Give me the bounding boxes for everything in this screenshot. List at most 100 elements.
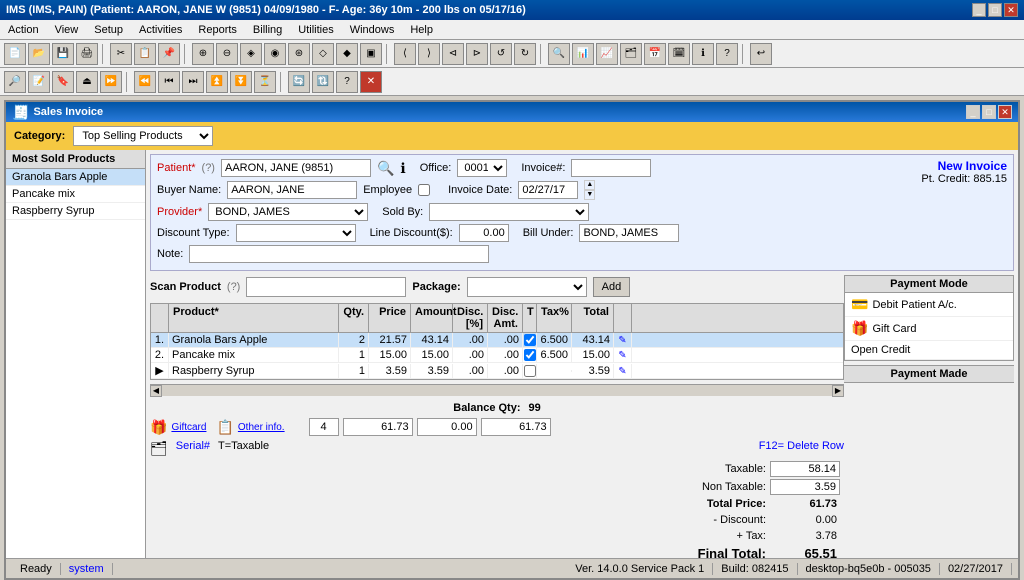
total-qty-input[interactable] (309, 418, 339, 436)
cell-t-2[interactable] (523, 364, 537, 378)
buyer-name-input[interactable] (227, 181, 357, 199)
open-credit-item[interactable]: Open Credit (845, 341, 1013, 360)
tb-c2[interactable]: ⟩ (418, 43, 440, 65)
tb2-b1[interactable]: ⏪ (134, 71, 156, 93)
new-invoice-label[interactable]: New Invoice (915, 159, 1007, 173)
window-close[interactable]: ✕ (998, 105, 1012, 119)
tb2-a4[interactable]: ⏏ (76, 71, 98, 93)
tb2-c3[interactable]: ? (336, 71, 358, 93)
cell-price-2[interactable]: 3.59 (369, 364, 411, 378)
tb2-b5[interactable]: ⏬ (230, 71, 252, 93)
tb-d5[interactable]: 📅 (644, 43, 666, 65)
tb-d6[interactable]: 🗓 (668, 43, 690, 65)
tb-b6[interactable]: ◇ (312, 43, 334, 65)
window-maximize[interactable]: □ (982, 105, 996, 119)
category-select[interactable]: Top Selling Products (73, 126, 213, 146)
tb-c1[interactable]: ⟨ (394, 43, 416, 65)
taxable-checkbox-2[interactable] (524, 365, 536, 377)
add-button[interactable]: Add (593, 277, 631, 297)
tb-d4[interactable]: 🗂 (620, 43, 642, 65)
tb2-a1[interactable]: 🔎 (4, 71, 26, 93)
left-item-0[interactable]: Granola Bars Apple (6, 169, 145, 186)
gift-card-item[interactable]: 🎁 Gift Card (845, 317, 1013, 341)
menu-billing[interactable]: Billing (249, 23, 286, 37)
edit-icon-1[interactable]: ✎ (618, 350, 626, 361)
date-spinner[interactable]: ▲ ▼ (584, 180, 595, 200)
taxable-checkbox-1[interactable] (524, 349, 536, 361)
other-info-link[interactable]: Other info. (238, 422, 285, 433)
tb-b3[interactable]: ◈ (240, 43, 262, 65)
discount-type-select[interactable] (236, 224, 356, 242)
menu-setup[interactable]: Setup (90, 23, 127, 37)
serial-label[interactable]: Serial# (176, 440, 210, 457)
invoice-input[interactable] (571, 159, 651, 177)
cell-disc-pct-2[interactable]: .00 (453, 364, 488, 378)
tb2-b2[interactable]: ⏮ (158, 71, 180, 93)
tb-open[interactable]: 📂 (28, 43, 50, 65)
provider-select[interactable]: BOND, JAMES (208, 203, 368, 221)
tb-b7[interactable]: ◆ (336, 43, 358, 65)
tb-new[interactable]: 📄 (4, 43, 26, 65)
tb-c3[interactable]: ⊲ (442, 43, 464, 65)
cell-disc-amt-2[interactable]: .00 (488, 364, 523, 378)
menu-view[interactable]: View (51, 23, 83, 37)
cell-disc-amt-0[interactable]: .00 (488, 333, 523, 347)
scan-input[interactable] (246, 277, 406, 297)
tb-b5[interactable]: ⊛ (288, 43, 310, 65)
patient-search-icon[interactable]: 🔍 (377, 160, 394, 177)
tb2-c1[interactable]: 🔄 (288, 71, 310, 93)
cell-edit-2[interactable]: ✎ (614, 364, 632, 378)
cell-edit-0[interactable]: ✎ (614, 333, 632, 347)
tb-paste[interactable]: 📌 (158, 43, 180, 65)
minimize-button[interactable]: _ (972, 3, 986, 17)
office-select[interactable]: 0001 (457, 159, 507, 177)
patient-info-icon[interactable]: ℹ (400, 160, 405, 177)
tb-c4[interactable]: ⊳ (466, 43, 488, 65)
date-down[interactable]: ▼ (584, 190, 595, 200)
debit-patient-item[interactable]: 💳 Debit Patient A/c. (845, 293, 1013, 317)
tb2-b3[interactable]: ⏭ (182, 71, 204, 93)
tb2-c2[interactable]: 🔃 (312, 71, 334, 93)
tb-b4[interactable]: ◉ (264, 43, 286, 65)
taxable-checkbox-0[interactable] (524, 334, 536, 346)
tb2-a3[interactable]: 🔖 (52, 71, 74, 93)
close-app-button[interactable]: ✕ (1004, 3, 1018, 17)
patient-input[interactable] (221, 159, 371, 177)
tb2-b6[interactable]: ⏳ (254, 71, 276, 93)
cell-qty-1[interactable]: 1 (339, 348, 369, 362)
invoice-date-input[interactable] (518, 181, 578, 199)
tb-b2[interactable]: ⊖ (216, 43, 238, 65)
tb-copy[interactable]: 📋 (134, 43, 156, 65)
tb-cut[interactable]: ✂ (110, 43, 132, 65)
menu-utilities[interactable]: Utilities (294, 23, 337, 37)
edit-icon-0[interactable]: ✎ (618, 335, 626, 346)
tb-d1[interactable]: 🔍 (548, 43, 570, 65)
cell-price-0[interactable]: 21.57 (369, 333, 411, 347)
tb-b8[interactable]: ▣ (360, 43, 382, 65)
scroll-left[interactable]: ◀ (150, 385, 162, 397)
tb-e1[interactable]: ↩ (750, 43, 772, 65)
tb-d3[interactable]: 📈 (596, 43, 618, 65)
tb-c5[interactable]: ↺ (490, 43, 512, 65)
cell-t-0[interactable] (523, 333, 537, 347)
cell-product-1[interactable]: Pancake mix (169, 348, 339, 362)
tb2-a5[interactable]: ⏩ (100, 71, 122, 93)
scroll-track[interactable] (162, 386, 832, 396)
tb2-c4[interactable]: ✕ (360, 71, 382, 93)
tb-b1[interactable]: ⊕ (192, 43, 214, 65)
cell-qty-2[interactable]: 1 (339, 364, 369, 378)
note-input[interactable] (189, 245, 489, 263)
left-item-1[interactable]: Pancake mix (6, 186, 145, 203)
line-discount-input[interactable] (459, 224, 509, 242)
menu-help[interactable]: Help (406, 23, 437, 37)
cell-product-2[interactable]: Raspberry Syrup (169, 364, 339, 378)
cell-disc-pct-0[interactable]: .00 (453, 333, 488, 347)
tb-c6[interactable]: ↻ (514, 43, 536, 65)
tb-d2[interactable]: 📊 (572, 43, 594, 65)
tb-d7[interactable]: ℹ (692, 43, 714, 65)
tb2-b4[interactable]: ⏫ (206, 71, 228, 93)
edit-icon-2[interactable]: ✎ (618, 366, 626, 377)
tb-print[interactable]: 🖨 (76, 43, 98, 65)
scroll-right[interactable]: ▶ (832, 385, 844, 397)
left-item-2[interactable]: Raspberry Syrup (6, 203, 145, 220)
